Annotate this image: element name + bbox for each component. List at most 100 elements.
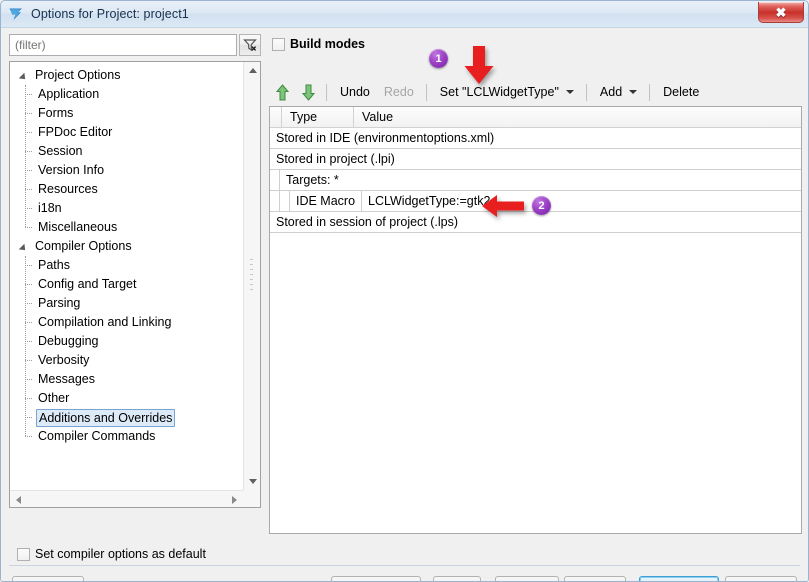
tree-node-label: Compilation and Linking [38,315,172,329]
tree-node-label: Project Options [35,68,121,82]
row-group-cell[interactable]: Stored in session of project (.lps) [270,212,801,232]
tree-node-parsing[interactable]: Parsing [16,294,243,313]
tree-node-application[interactable]: Application [16,85,243,104]
redo-button: Redo [377,80,421,104]
macros-toolbar: Undo Redo Set "LCLWidgetType" Add Delete [269,79,802,105]
annotation-badge-1-label: 1 [435,52,442,65]
tree-node-compiler-options[interactable]: Compiler Options [16,237,243,256]
scroll-right-button[interactable] [226,491,243,507]
filter-input[interactable] [9,34,237,56]
table-row[interactable]: Stored in IDE (environmentoptions.xml) [270,128,801,149]
build-modes-checkbox[interactable] [272,37,285,51]
grid-body: Stored in IDE (environmentoptions.xml) St… [270,128,801,233]
row-type-cell[interactable]: IDE Macro [290,191,362,211]
tree-node-i18n[interactable]: i18n [16,199,243,218]
triangle-left-icon [16,495,21,504]
tree-node-fpdoc-editor[interactable]: FPDoc Editor [16,123,243,142]
tree-node-paths[interactable]: Paths [16,256,243,275]
additions-overrides-panel: Build modes Undo Redo Set "LCLWidgetType… [269,34,802,534]
tree-node-other[interactable]: Other [16,389,243,408]
tree-node-label: Compiler Commands [38,429,156,443]
table-row[interactable]: Stored in project (.lpi) [270,149,801,170]
grid-header-row: Type Value [270,107,801,128]
undo-label: Undo [340,85,370,99]
scrollbar-corner [243,490,260,507]
chevron-down-icon[interactable] [20,71,30,81]
tree-node-version-info[interactable]: Version Info [16,161,243,180]
triangle-right-icon [232,495,237,504]
set-compiler-options-default-row[interactable]: Set compiler options as default [17,547,206,561]
ok-button[interactable]: OK [639,576,719,581]
move-up-button[interactable] [269,80,295,104]
show-options-button[interactable]: Show Options [331,576,421,581]
toolbar-separator [585,83,588,101]
tree-vertical-scrollbar[interactable] [243,62,260,490]
tree-node-label: Resources [38,182,98,196]
tree-node-compilation-and-linking[interactable]: Compilation and Linking [16,313,243,332]
test-button[interactable]: Test [433,576,481,581]
row-group-cell[interactable]: Stored in IDE (environmentoptions.xml) [270,128,801,148]
filter-clear-button[interactable] [239,34,261,56]
tree-node-debugging[interactable]: Debugging [16,332,243,351]
set-compiler-options-default-label: Set compiler options as default [35,547,206,561]
tree-node-label: Verbosity [38,353,90,367]
tree-node-project-options[interactable]: Project Options [16,66,243,85]
annotation-badge-2-label: 2 [538,199,545,212]
toolbar-separator [425,83,428,101]
tree-node-label: Session [38,144,83,158]
tree-node-resources[interactable]: Resources [16,180,243,199]
tree-node-forms[interactable]: Forms [16,104,243,123]
tree-node-label: Version Info [38,163,105,177]
tree-node-label: Other [38,391,70,405]
tree-node-label: Paths [38,258,70,272]
table-row[interactable]: Targets: * [270,170,801,191]
row-value-label: LCLWidgetType:=gtk2 [368,194,491,208]
grid-header-type[interactable]: Type [282,107,354,127]
grid-header-value[interactable]: Value [354,107,801,127]
annotation-arrow-down-1 [464,46,494,84]
tree-node-verbosity[interactable]: Verbosity [16,351,243,370]
move-down-button[interactable] [295,80,321,104]
chevron-down-icon[interactable] [629,90,638,94]
tree-horizontal-scrollbar[interactable] [10,490,243,507]
tree-node-label: Parsing [38,296,81,310]
row-value-cell[interactable]: LCLWidgetType:=gtk2 [362,191,801,211]
row-indent-cell [270,191,280,211]
tree-node-label: FPDoc Editor [38,125,113,139]
row-indent-cell [270,170,280,190]
import-button[interactable]: Import [495,576,559,581]
toolbar-separator [326,83,328,101]
tree-node-label: Application [38,87,100,101]
tree-node-messages[interactable]: Messages [16,370,243,389]
chevron-down-icon[interactable] [565,90,574,94]
export-button[interactable]: Export [564,576,626,581]
undo-button[interactable]: Undo [333,80,377,104]
tree-node-miscellaneous[interactable]: Miscellaneous [16,218,243,237]
tree-node-additions-and-overrides[interactable]: Additions and Overrides [16,408,243,427]
tree-node-config-and-target[interactable]: Config and Target [16,275,243,294]
set-compiler-options-default-checkbox[interactable] [17,547,30,561]
close-button[interactable]: ✖ [758,2,804,23]
options-tree-panel: Project Options Application Forms FPDoc Edi… [9,34,261,561]
row-group-cell[interactable]: Stored in project (.lpi) [270,149,801,169]
scroll-up-button[interactable] [244,62,260,79]
triangle-up-icon [248,68,257,73]
tree-node-compiler-commands[interactable]: Compiler Commands [16,427,243,446]
cancel-button[interactable]: Cancel [725,576,797,581]
tree-node-label: Config and Target [38,277,137,291]
help-button[interactable]: Help [12,576,84,581]
scroll-left-button[interactable] [10,491,27,507]
table-row[interactable]: Stored in session of project (.lps) [270,212,801,233]
grid-header-spacer [270,107,282,127]
set-lclwidgettype-button[interactable]: Set "LCLWidgetType" [433,80,581,104]
macros-grid[interactable]: Type Value Stored in IDE (environmentopt… [269,106,802,534]
options-tree[interactable]: Project Options Application Forms FPDoc Edi… [9,61,261,508]
scroll-down-button[interactable] [244,473,260,490]
tree-node-session[interactable]: Session [16,142,243,161]
add-button[interactable]: Add [593,80,644,104]
delete-button[interactable]: Delete [656,80,706,104]
build-modes-row[interactable]: Build modes [272,37,365,51]
row-group-cell[interactable]: Targets: * [280,170,801,190]
chevron-down-icon[interactable] [20,242,30,252]
build-modes-label: Build modes [290,37,366,51]
